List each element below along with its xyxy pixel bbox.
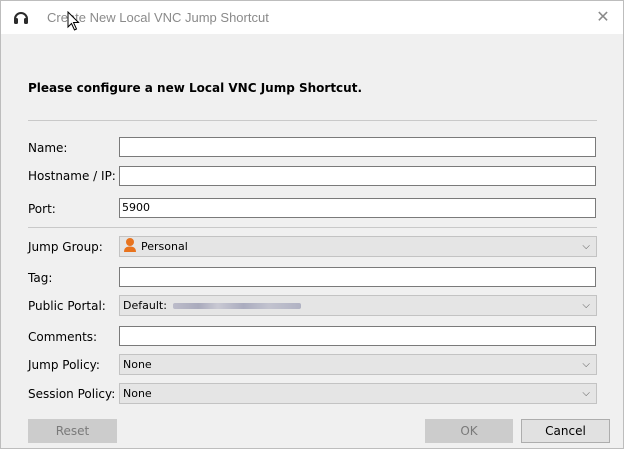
public-portal-value: Default: [123,299,167,312]
tag-input[interactable] [119,267,596,287]
jump-policy-value: None [123,358,152,371]
dialog-heading: Please configure a new Local VNC Jump Sh… [28,81,363,95]
comments-label: Comments: [28,330,98,344]
chevron-down-icon: ⌵ [582,359,590,370]
session-policy-value: None [123,387,152,400]
tag-label: Tag: [28,271,53,285]
chevron-down-icon: ⌵ [582,300,590,311]
session-policy-label: Session Policy: [28,387,116,401]
dialog-window: Create New Local VNC Jump Shortcut ✕ Ple… [0,0,624,449]
ok-button[interactable]: OK [425,419,513,443]
jump-group-value: Personal [141,240,188,253]
jump-group-select[interactable]: Personal ⌵ [119,236,597,257]
hostname-input[interactable] [119,166,596,186]
redacted-hostname [172,303,301,309]
comments-input[interactable] [119,326,596,346]
person-icon [124,238,136,252]
name-input[interactable] [119,137,596,157]
public-portal-label: Public Portal: [28,299,106,313]
mouse-cursor-icon [67,11,80,31]
port-label: Port: [28,202,56,216]
divider [28,227,597,228]
jump-policy-select[interactable]: None ⌵ [119,354,597,375]
jump-group-label: Jump Group: [28,240,103,254]
chevron-down-icon: ⌵ [582,388,590,399]
session-policy-select[interactable]: None ⌵ [119,383,597,404]
port-input[interactable]: 5900 [119,198,596,218]
close-icon[interactable]: ✕ [593,7,613,27]
chevron-down-icon: ⌵ [582,241,590,252]
title-bar: Create New Local VNC Jump Shortcut ✕ [1,1,623,34]
divider [28,120,597,121]
public-portal-select[interactable]: Default: ⌵ [119,295,597,316]
reset-button[interactable]: Reset [28,419,117,443]
name-label: Name: [28,141,68,155]
jump-policy-label: Jump Policy: [28,358,100,372]
cancel-button[interactable]: Cancel [521,419,610,443]
hostname-label: Hostname / IP: [28,169,116,183]
headset-icon [14,12,28,24]
